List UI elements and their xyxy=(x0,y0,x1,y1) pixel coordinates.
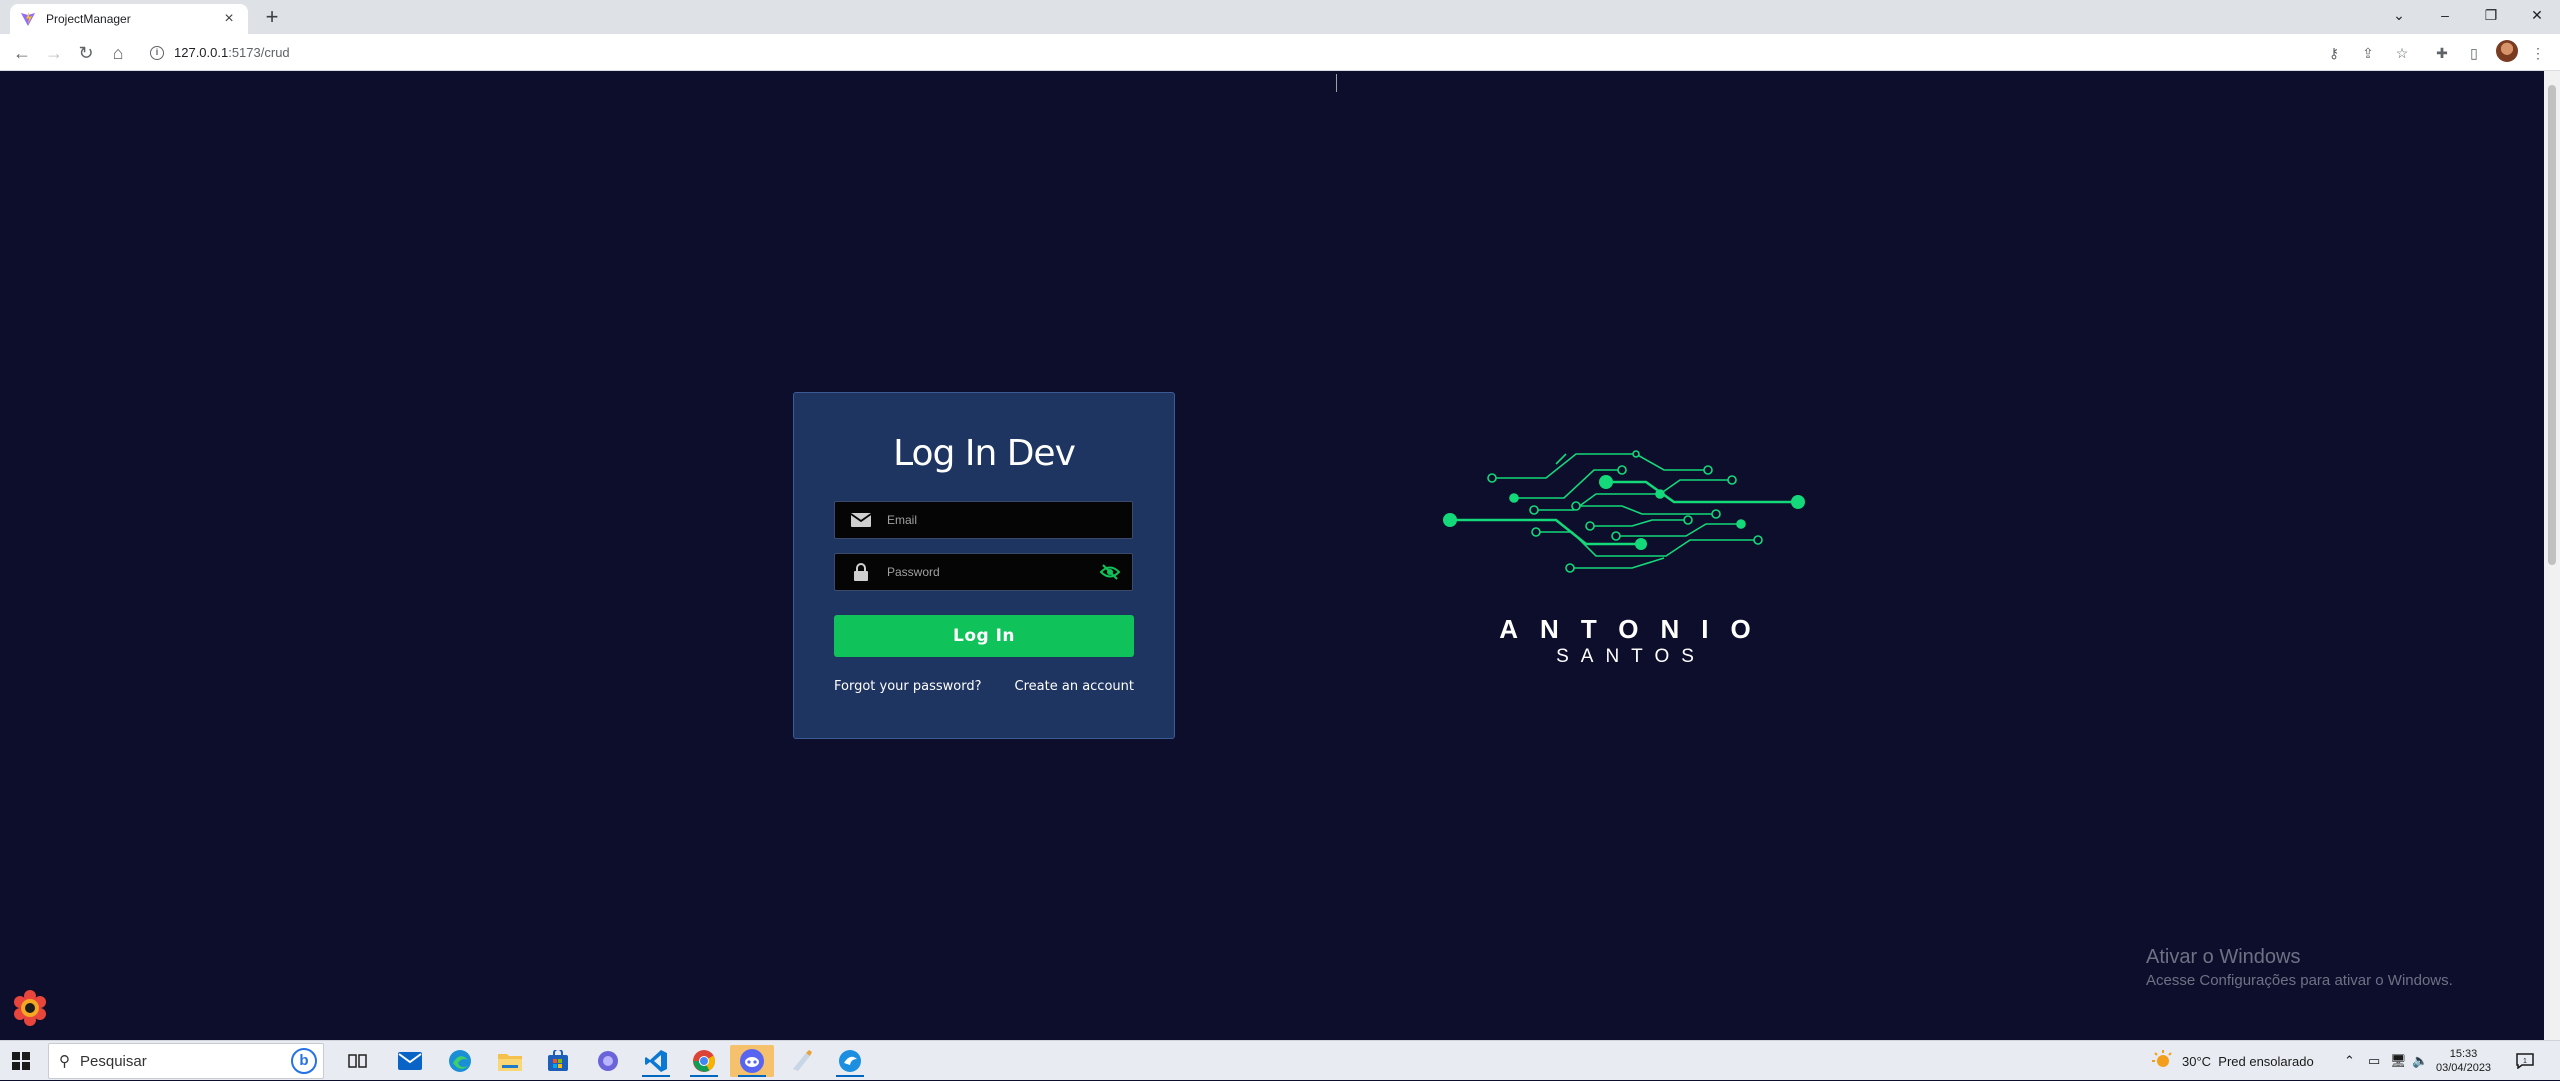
email-field[interactable] xyxy=(834,501,1133,539)
search-icon: ⚲ xyxy=(59,1053,70,1070)
browser-tab-strip: ProjectManager × + ⌄ – ❐ ✕ xyxy=(0,0,2560,34)
lock-icon xyxy=(835,563,887,581)
side-panel-icon[interactable]: ▯ xyxy=(2464,43,2484,63)
email-input[interactable] xyxy=(887,513,1132,527)
clock[interactable]: 15:33 03/04/2023 xyxy=(2436,1041,2491,1081)
scrollbar-thumb[interactable] xyxy=(2548,85,2556,565)
new-tab-button[interactable]: + xyxy=(258,5,286,31)
mail-icon[interactable] xyxy=(388,1045,432,1077)
windows-start-icon[interactable] xyxy=(12,1052,30,1070)
edge-icon[interactable] xyxy=(438,1045,482,1077)
app-icon[interactable] xyxy=(828,1045,872,1077)
login-button[interactable]: Log In xyxy=(834,615,1134,657)
windows-activation-subtitle: Acesse Configurações para ativar o Windo… xyxy=(2146,972,2453,989)
scrollbar[interactable] xyxy=(2544,71,2560,1040)
brand-name-first: ANTONIO xyxy=(1499,614,1773,644)
tab-close-button[interactable]: × xyxy=(220,10,238,28)
reload-icon[interactable]: ↻ xyxy=(74,41,98,65)
file-explorer-icon[interactable] xyxy=(488,1045,532,1077)
weather-widget[interactable]: 30°C Pred ensolarado xyxy=(2152,1041,2314,1081)
minimize-button[interactable]: – xyxy=(2422,0,2468,30)
text-caret xyxy=(1336,74,1337,92)
login-title: Log In Dev xyxy=(893,433,1076,474)
share-icon[interactable]: ⇪ xyxy=(2358,43,2378,63)
brand-name-last: SANTOS xyxy=(1556,646,1706,667)
volume-icon[interactable]: 🔈 xyxy=(2412,1041,2428,1081)
tray-device-icon[interactable]: ▭ xyxy=(2368,1041,2380,1081)
login-card: Log In Dev Log In Forgot your password? … xyxy=(793,392,1175,739)
profile-avatar[interactable] xyxy=(2496,40,2518,62)
bing-icon[interactable]: b xyxy=(291,1048,317,1074)
address-bar[interactable]: i 127.0.0.1:5173/crud xyxy=(140,38,2320,67)
svg-text:1: 1 xyxy=(2523,1058,2527,1065)
paint-icon[interactable] xyxy=(780,1045,824,1077)
weather-text: 30°C Pred ensolarado xyxy=(2182,1053,2314,1069)
discord-icon[interactable] xyxy=(730,1045,774,1077)
menu-kebab-icon[interactable]: ⋮ xyxy=(2528,43,2548,63)
page-background xyxy=(0,71,2544,1040)
weather-sun-icon xyxy=(2152,1050,2172,1067)
forgot-password-link[interactable]: Forgot your password? xyxy=(834,679,982,694)
taskbar-search-box[interactable]: ⚲ Pesquisar b xyxy=(48,1043,324,1079)
browser-toolbar: ← → ↻ ⌂ i 127.0.0.1:5173/crud ⚷ ⇪ ☆ ✚ ▯ … xyxy=(0,34,2560,71)
circuit-logo xyxy=(1443,450,1805,573)
photos-icon[interactable] xyxy=(586,1045,630,1077)
clock-time: 15:33 xyxy=(2449,1048,2478,1060)
windows-taskbar: ⚲ Pesquisar b 30°C Pred ensolarado ⌃ ▭ 🖥… xyxy=(0,1040,2560,1080)
forward-icon[interactable]: → xyxy=(42,41,66,65)
bookmark-star-icon[interactable]: ☆ xyxy=(2392,43,2412,63)
site-info-icon[interactable]: i xyxy=(150,45,164,60)
notifications-icon[interactable]: 1 xyxy=(2516,1041,2534,1081)
vscode-icon[interactable] xyxy=(634,1045,678,1077)
store-icon[interactable] xyxy=(536,1045,580,1077)
home-icon[interactable]: ⌂ xyxy=(106,41,130,65)
windows-activation-title: Ativar o Windows xyxy=(2146,946,2301,968)
envelope-icon xyxy=(835,513,887,527)
tab-title: ProjectManager xyxy=(46,12,131,26)
taskbar-search-placeholder: Pesquisar xyxy=(80,1052,147,1070)
password-field[interactable] xyxy=(834,553,1133,591)
key-icon[interactable]: ⚷ xyxy=(2324,43,2344,63)
password-input[interactable] xyxy=(887,565,1088,579)
task-view-icon[interactable] xyxy=(336,1045,380,1077)
network-icon[interactable]: 🖥 xyxy=(2390,1041,2407,1081)
tray-overflow-icon[interactable]: ⌃ xyxy=(2344,1041,2355,1081)
extensions-icon[interactable]: ✚ xyxy=(2432,43,2452,63)
chrome-icon[interactable] xyxy=(682,1045,726,1077)
react-query-devtools-icon[interactable] xyxy=(12,990,48,1026)
create-account-link[interactable]: Create an account xyxy=(1015,679,1134,694)
eye-slash-icon[interactable] xyxy=(1088,564,1132,580)
clock-date: 03/04/2023 xyxy=(2436,1062,2492,1074)
browser-tab[interactable]: ProjectManager × xyxy=(10,4,248,34)
url-text[interactable]: 127.0.0.1:5173/crud xyxy=(174,45,290,60)
back-icon[interactable]: ← xyxy=(10,41,34,65)
vite-favicon-icon xyxy=(21,12,35,26)
tab-search-button[interactable]: ⌄ xyxy=(2376,0,2422,30)
restore-button[interactable]: ❐ xyxy=(2468,0,2514,30)
close-window-button[interactable]: ✕ xyxy=(2514,0,2560,30)
